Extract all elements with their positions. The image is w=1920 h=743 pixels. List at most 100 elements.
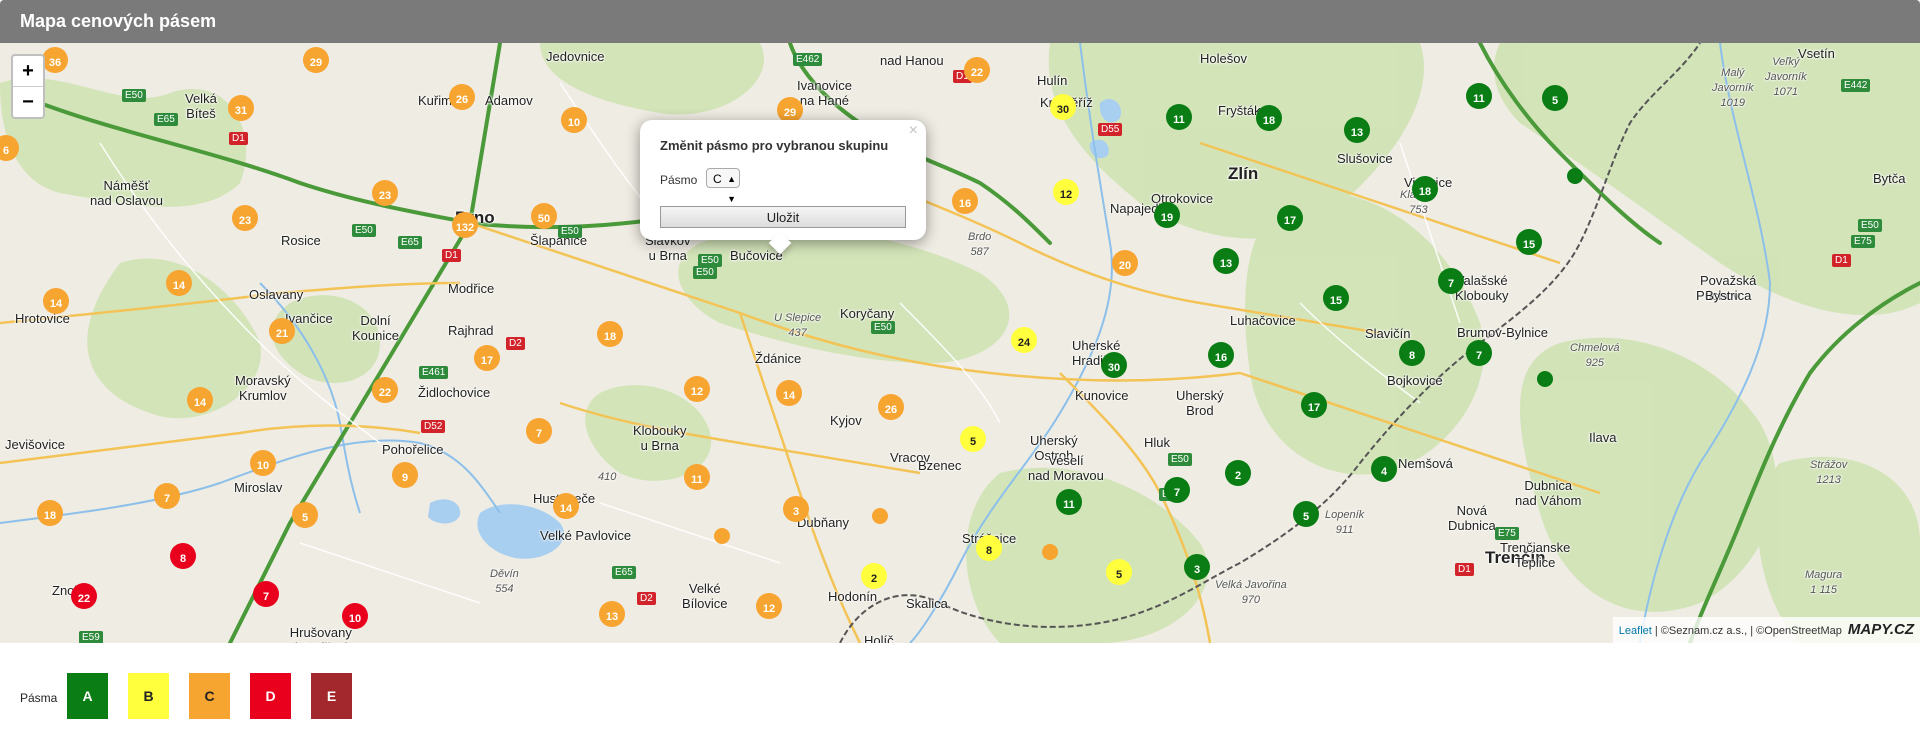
place-label: Holešov — [1200, 51, 1247, 66]
cluster-marker[interactable]: 3 — [1184, 554, 1210, 580]
cluster-marker[interactable]: 30 — [1101, 352, 1127, 378]
cluster-marker[interactable]: 24 — [1011, 327, 1037, 353]
cluster-marker[interactable]: 23 — [372, 180, 398, 206]
cluster-marker[interactable]: 20 — [1112, 250, 1138, 276]
cluster-marker[interactable]: 12 — [684, 376, 710, 402]
elevation-label: Malý Javorník 1019 — [1712, 67, 1754, 109]
road-shield: E50 — [1168, 453, 1192, 466]
cluster-marker[interactable]: 7 — [1466, 340, 1492, 366]
cluster-marker[interactable]: 31 — [228, 95, 254, 121]
place-label: Slavičín — [1365, 326, 1411, 341]
cluster-marker[interactable]: 12 — [756, 593, 782, 619]
cluster-marker[interactable]: 7 — [253, 581, 279, 607]
cluster-marker[interactable]: 19 — [1154, 202, 1180, 228]
cluster-marker[interactable]: 18 — [1412, 176, 1438, 202]
cluster-marker[interactable]: 11 — [1466, 83, 1492, 109]
cluster-marker[interactable]: 14 — [776, 380, 802, 406]
cluster-marker[interactable]: 9 — [392, 462, 418, 488]
cluster-marker[interactable]: 10 — [561, 107, 587, 133]
cluster-marker[interactable]: 8 — [976, 535, 1002, 561]
cluster-marker[interactable]: 17 — [474, 345, 500, 371]
cluster-marker[interactable]: 30 — [1050, 94, 1076, 120]
close-icon[interactable]: × — [909, 122, 918, 140]
cluster-marker[interactable]: 7 — [1438, 268, 1464, 294]
select-arrows-icon: ▲ ▼ — [727, 174, 736, 204]
cluster-marker[interactable]: 5 — [960, 426, 986, 452]
page-title: Mapa cenových pásem — [20, 11, 217, 31]
cluster-marker[interactable] — [872, 508, 888, 524]
elevation-label: Děvín 554 — [490, 568, 519, 595]
cluster-marker[interactable]: 12 — [1053, 179, 1079, 205]
cluster-marker[interactable]: 17 — [1277, 205, 1303, 231]
cluster-marker[interactable]: 16 — [1208, 342, 1234, 368]
cluster-marker[interactable]: 4 — [1371, 456, 1397, 482]
place-label: Fryšták — [1218, 103, 1261, 118]
cluster-marker[interactable] — [1567, 168, 1583, 184]
cluster-marker[interactable]: 11 — [1166, 104, 1192, 130]
cluster-marker[interactable] — [1537, 371, 1553, 387]
road-shield: E50 — [871, 321, 895, 334]
cluster-marker[interactable]: 18 — [37, 500, 63, 526]
road-shield: E462 — [793, 53, 823, 66]
cluster-marker[interactable] — [1042, 544, 1058, 560]
place-label: Kunovice — [1075, 388, 1129, 403]
cluster-marker[interactable]: 15 — [1516, 229, 1542, 255]
cluster-marker[interactable]: 16 — [952, 188, 978, 214]
cluster-marker[interactable]: 17 — [1301, 392, 1327, 418]
cluster-marker[interactable] — [714, 528, 730, 544]
cluster-marker[interactable]: 3 — [783, 496, 809, 522]
cluster-marker[interactable]: 15 — [1323, 285, 1349, 311]
cluster-marker[interactable]: 5 — [1293, 501, 1319, 527]
cluster-marker[interactable]: 50 — [531, 203, 557, 229]
road-shield: D1 — [1455, 563, 1474, 576]
cluster-marker[interactable]: 7 — [526, 418, 552, 444]
cluster-marker[interactable]: 14 — [553, 493, 579, 519]
cluster-marker[interactable]: 7 — [154, 483, 180, 509]
cluster-marker[interactable]: 13 — [1344, 117, 1370, 143]
cluster-marker[interactable]: 7 — [1164, 477, 1190, 503]
cluster-marker[interactable]: 11 — [684, 464, 710, 490]
cluster-marker[interactable]: 11 — [1056, 489, 1082, 515]
cluster-marker[interactable]: 21 — [269, 318, 295, 344]
cluster-marker[interactable]: 22 — [372, 377, 398, 403]
mapy-logo[interactable]: MAPY.CZ — [1848, 621, 1914, 638]
cluster-marker[interactable]: 8 — [170, 543, 196, 569]
cluster-marker[interactable]: 5 — [292, 502, 318, 528]
cluster-marker[interactable]: 26 — [878, 394, 904, 420]
place-label: Oslavany — [249, 287, 304, 302]
cluster-marker[interactable]: 5 — [1542, 85, 1568, 111]
cluster-marker[interactable]: 26 — [449, 84, 475, 110]
cluster-marker[interactable]: 2 — [861, 563, 887, 589]
place-label: Rajhrad — [448, 323, 494, 338]
cluster-marker[interactable]: 13 — [599, 601, 625, 627]
place-label: Židlochovice — [418, 385, 491, 400]
cluster-marker[interactable]: 18 — [597, 321, 623, 347]
cluster-marker[interactable]: 14 — [43, 288, 69, 314]
cluster-marker[interactable]: 13 — [1213, 248, 1239, 274]
cluster-marker[interactable]: 14 — [187, 387, 213, 413]
cluster-marker[interactable]: 23 — [232, 205, 258, 231]
cluster-marker[interactable]: 10 — [250, 450, 276, 476]
place-label: Rosice — [281, 233, 321, 248]
cluster-marker[interactable]: 18 — [1256, 105, 1282, 131]
cluster-marker[interactable]: 132 — [452, 212, 478, 238]
cluster-marker[interactable]: 8 — [1399, 340, 1425, 366]
cluster-marker[interactable]: 22 — [964, 57, 990, 83]
save-button[interactable]: Uložit — [660, 206, 906, 228]
band-select[interactable]: C ▲ ▼ — [706, 168, 740, 204]
leaflet-link[interactable]: Leaflet — [1619, 625, 1652, 637]
road-shield: D55 — [1098, 123, 1123, 136]
cluster-marker[interactable]: 2 — [1225, 460, 1251, 486]
cluster-marker[interactable]: 22 — [71, 583, 97, 609]
cluster-marker[interactable]: 36 — [42, 47, 68, 73]
zoom-in-button[interactable]: + — [13, 56, 43, 86]
cluster-marker[interactable]: 10 — [342, 603, 368, 629]
cluster-marker[interactable]: 29 — [303, 47, 329, 73]
place-label: Hulín — [1037, 73, 1068, 88]
place-label: Veselí nad Moravou — [1028, 453, 1104, 483]
cluster-marker[interactable]: 5 — [1106, 559, 1132, 585]
map[interactable]: Holešov Vsetín Kuřim Adamov Velká Bíteš Ivano… — [0, 43, 1920, 643]
road-shield: E461 — [419, 366, 449, 379]
cluster-marker[interactable]: 14 — [166, 270, 192, 296]
zoom-out-button[interactable]: − — [13, 86, 43, 117]
